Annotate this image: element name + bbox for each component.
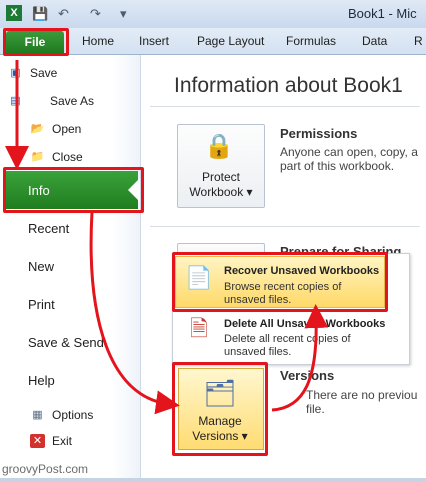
protect-label-line1: Protect (201, 170, 240, 184)
versions-desc-line2: file. (306, 402, 325, 416)
file-highlight-box (3, 28, 69, 56)
save-send-section[interactable]: Save & Send (28, 335, 104, 350)
help-section[interactable]: Help (28, 373, 55, 388)
tab-home[interactable]: Home (82, 34, 114, 48)
tab-insert[interactable]: Insert (139, 34, 169, 48)
window-title: Book1 - Mic (348, 6, 417, 21)
print-section[interactable]: Print (28, 297, 55, 312)
exit-command[interactable]: Exit (52, 434, 72, 448)
delete-document-icon: 🗎 (190, 316, 208, 341)
customize-quick-access-icon[interactable]: ▾ (120, 6, 127, 22)
section-divider (150, 226, 420, 227)
close-command[interactable]: Close (52, 150, 83, 164)
tab-page-layout[interactable]: Page Layout (197, 34, 264, 48)
tab-review[interactable]: R (414, 34, 423, 48)
permissions-heading: Permissions (280, 126, 358, 141)
status-bar (0, 478, 426, 482)
save-as-icon: ▤ (10, 95, 21, 107)
save-icon: ▣ (10, 67, 21, 79)
options-icon: ▦ (32, 409, 43, 421)
versions-heading: Versions (280, 368, 335, 383)
delete-title: Delete All Unsaved Workbooks (224, 318, 386, 330)
save-command[interactable]: Save (30, 66, 57, 80)
recover-highlight-box (172, 252, 388, 312)
title-bar: X 💾 ↶ ↷ ▾ Book1 - Mic (0, 0, 426, 28)
save-quick-icon[interactable]: 💾 (32, 6, 48, 22)
watermark: groovyPost.com (2, 462, 89, 476)
open-folder-icon: 📂 (30, 123, 45, 135)
undo-icon[interactable]: ↶ (58, 6, 69, 22)
protect-label-line2: Workbook ▾ (189, 185, 253, 199)
manage-versions-highlight-box (172, 362, 268, 456)
delete-desc-line2: unsaved files. (224, 346, 292, 358)
lock-key-icon: 🔒 (204, 133, 234, 160)
close-folder-icon: 📁 (30, 151, 45, 163)
open-command[interactable]: Open (52, 122, 81, 136)
excel-app-icon[interactable]: X (6, 5, 22, 21)
new-section[interactable]: New (28, 259, 54, 274)
exit-icon: ✕ (30, 434, 45, 448)
save-as-command[interactable]: Save As (50, 94, 94, 108)
info-highlight-box (3, 167, 144, 213)
redo-icon[interactable]: ↷ (90, 6, 101, 22)
page-title: Information about Book1 (174, 74, 403, 97)
permissions-desc-line2: part of this workbook. (280, 159, 395, 173)
options-command[interactable]: Options (52, 408, 93, 422)
recent-section[interactable]: Recent (28, 221, 69, 236)
versions-desc-line1: There are no previou (306, 388, 418, 402)
permissions-desc-line1: Anyone can open, copy, a (280, 145, 418, 159)
delete-desc-line1: Delete all recent copies of (224, 333, 351, 345)
title-divider (150, 106, 420, 107)
tab-formulas[interactable]: Formulas (286, 34, 336, 48)
tab-data[interactable]: Data (362, 34, 387, 48)
